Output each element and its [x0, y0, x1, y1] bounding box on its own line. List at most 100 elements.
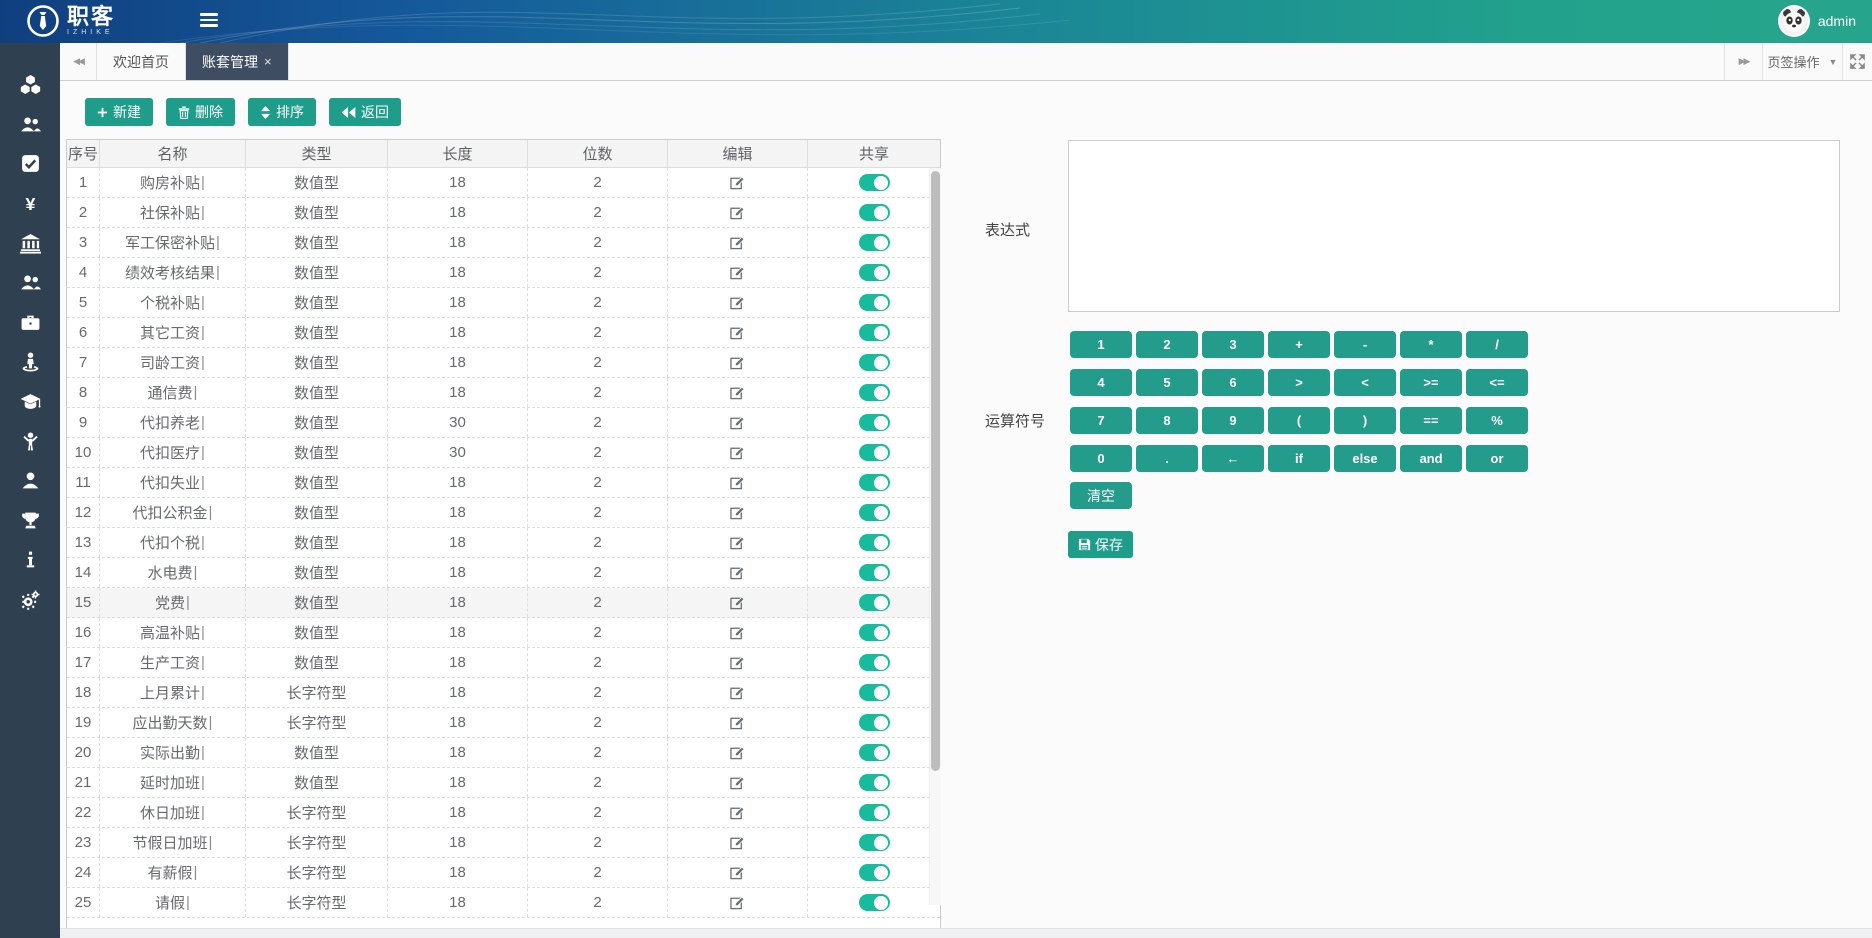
share-toggle[interactable]: [859, 204, 890, 221]
edit-icon[interactable]: [730, 715, 745, 730]
operator-key[interactable]: ): [1334, 407, 1396, 434]
edit-icon[interactable]: [730, 895, 745, 910]
sidebar-item-cubes-0[interactable]: [0, 65, 60, 105]
operator-key[interactable]: /: [1466, 331, 1528, 358]
edit-icon[interactable]: [730, 835, 745, 850]
table-row[interactable]: 25请假|长字符型182: [67, 888, 940, 918]
edit-icon[interactable]: [730, 295, 745, 310]
share-toggle[interactable]: [859, 564, 890, 581]
sidebar-item-trophy-11[interactable]: [0, 501, 60, 541]
share-toggle[interactable]: [859, 444, 890, 461]
edit-icon[interactable]: [730, 175, 745, 190]
edit-icon[interactable]: [730, 745, 745, 760]
edit-icon[interactable]: [730, 685, 745, 700]
edit-icon[interactable]: [730, 475, 745, 490]
share-toggle[interactable]: [859, 744, 890, 761]
operator-key[interactable]: and: [1400, 445, 1462, 472]
operator-key[interactable]: >: [1268, 369, 1330, 396]
edit-icon[interactable]: [730, 865, 745, 880]
share-toggle[interactable]: [859, 504, 890, 521]
operator-key[interactable]: <=: [1466, 369, 1528, 396]
table-row[interactable]: 21延时加班|数值型182: [67, 768, 940, 798]
sidebar-item-yen-3[interactable]: ¥: [0, 184, 60, 224]
edit-icon[interactable]: [730, 385, 745, 400]
share-toggle[interactable]: [859, 384, 890, 401]
operator-key[interactable]: <: [1334, 369, 1396, 396]
edit-icon[interactable]: [730, 805, 745, 820]
operator-key[interactable]: (: [1268, 407, 1330, 434]
sidebar-item-bank-4[interactable]: [0, 223, 60, 263]
share-toggle[interactable]: [859, 624, 890, 641]
share-toggle[interactable]: [859, 654, 890, 671]
table-row[interactable]: 2社保补贴|数值型182: [67, 198, 940, 228]
table-row[interactable]: 9代扣养老|数值型302: [67, 408, 940, 438]
operator-key[interactable]: 8: [1136, 407, 1198, 434]
table-row[interactable]: 10代扣医疗|数值型302: [67, 438, 940, 468]
operator-key[interactable]: .: [1136, 445, 1198, 472]
table-row[interactable]: 20实际出勤|数值型182: [67, 738, 940, 768]
share-toggle[interactable]: [859, 804, 890, 821]
table-row[interactable]: 19应出勤天数|长字符型182: [67, 708, 940, 738]
table-row[interactable]: 12代扣公积金|数值型182: [67, 498, 940, 528]
edit-icon[interactable]: [730, 415, 745, 430]
sidebar-item-users-5[interactable]: [0, 263, 60, 303]
operator-key[interactable]: else: [1334, 445, 1396, 472]
operator-key[interactable]: ==: [1400, 407, 1462, 434]
edit-icon[interactable]: [730, 235, 745, 250]
edit-icon[interactable]: [730, 265, 745, 280]
edit-icon[interactable]: [730, 205, 745, 220]
share-toggle[interactable]: [859, 234, 890, 251]
operator-key[interactable]: 5: [1136, 369, 1198, 396]
edit-icon[interactable]: [730, 655, 745, 670]
table-row[interactable]: 14水电费|数值型182: [67, 558, 940, 588]
table-scrollbar-thumb[interactable]: [931, 171, 940, 771]
edit-icon[interactable]: [730, 355, 745, 370]
share-toggle[interactable]: [859, 174, 890, 191]
share-toggle[interactable]: [859, 774, 890, 791]
table-row[interactable]: 8通信费|数值型182: [67, 378, 940, 408]
table-row[interactable]: 4绩效考核结果|数值型182: [67, 258, 940, 288]
operator-key[interactable]: -: [1334, 331, 1396, 358]
expression-textarea[interactable]: [1068, 140, 1840, 312]
trash-toolbar-button[interactable]: 删除: [166, 98, 235, 126]
tab-0[interactable]: 欢迎首页: [97, 43, 186, 80]
tab-1[interactable]: 账套管理×: [186, 43, 289, 80]
share-toggle[interactable]: [859, 414, 890, 431]
share-toggle[interactable]: [859, 534, 890, 551]
sidebar-item-child-9[interactable]: [0, 421, 60, 461]
edit-icon[interactable]: [730, 595, 745, 610]
table-row[interactable]: 15党费|数值型182: [67, 588, 940, 618]
fullscreen-icon[interactable]: [1842, 43, 1872, 80]
share-toggle[interactable]: [859, 354, 890, 371]
operator-key[interactable]: 4: [1070, 369, 1132, 396]
operator-key[interactable]: 3: [1202, 331, 1264, 358]
table-row[interactable]: 23节假日加班|长字符型182: [67, 828, 940, 858]
tabs-scroll-right-icon[interactable]: ▶▶: [1724, 43, 1762, 80]
operator-key[interactable]: if: [1268, 445, 1330, 472]
backward-toolbar-button[interactable]: 返回: [329, 98, 401, 126]
table-row[interactable]: 22休日加班|长字符型182: [67, 798, 940, 828]
sidebar-item-street-view-7[interactable]: [0, 342, 60, 382]
operator-key[interactable]: 7: [1070, 407, 1132, 434]
sidebar-item-check-square-2[interactable]: [0, 144, 60, 184]
edit-icon[interactable]: [730, 625, 745, 640]
table-row[interactable]: 5个税补贴|数值型182: [67, 288, 940, 318]
share-toggle[interactable]: [859, 594, 890, 611]
table-row[interactable]: 24有薪假|长字符型182: [67, 858, 940, 888]
table-row[interactable]: 17生产工资|数值型182: [67, 648, 940, 678]
edit-icon[interactable]: [730, 775, 745, 790]
sidebar-item-cogs-13[interactable]: [0, 580, 60, 620]
table-row[interactable]: 11代扣失业|数值型182: [67, 468, 940, 498]
operator-key[interactable]: ←: [1202, 445, 1264, 472]
menu-toggle-icon[interactable]: [200, 13, 220, 29]
clear-button[interactable]: 清空: [1070, 482, 1132, 509]
table-row[interactable]: 3军工保密补贴|数值型182: [67, 228, 940, 258]
table-row[interactable]: 6其它工资|数值型182: [67, 318, 940, 348]
operator-key[interactable]: %: [1466, 407, 1528, 434]
share-toggle[interactable]: [859, 834, 890, 851]
close-tab-icon[interactable]: ×: [264, 54, 272, 69]
edit-icon[interactable]: [730, 565, 745, 580]
table-row[interactable]: 1购房补贴|数值型182: [67, 168, 940, 198]
sidebar-item-users-1[interactable]: [0, 105, 60, 145]
sidebar-item-briefcase-6[interactable]: [0, 303, 60, 343]
